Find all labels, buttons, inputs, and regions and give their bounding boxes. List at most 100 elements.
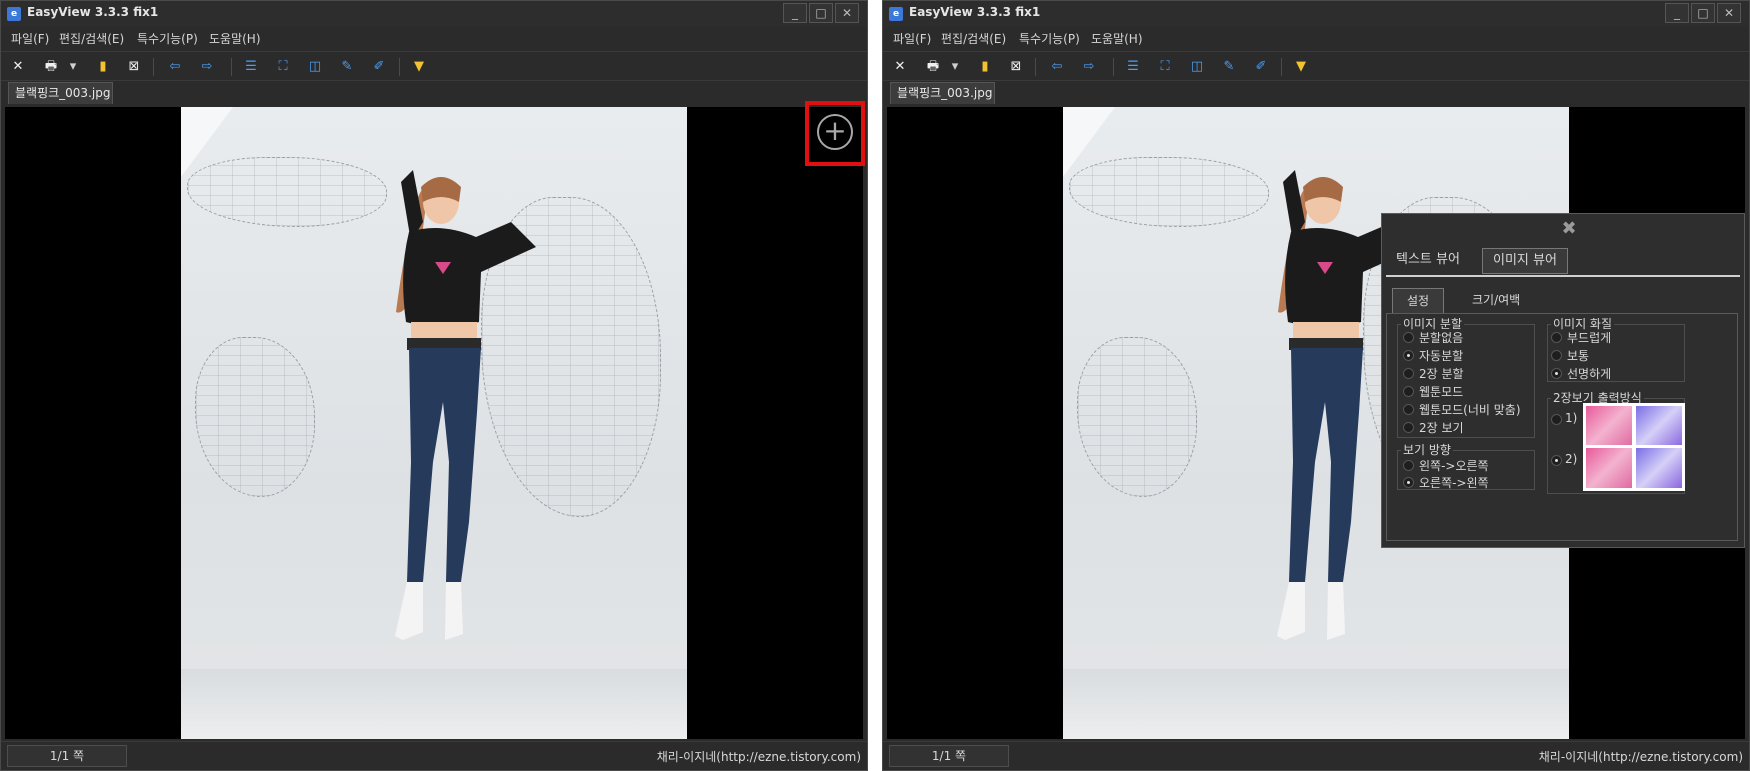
pin-edit-icon[interactable]: ✐: [1251, 57, 1271, 77]
pin-icon[interactable]: ✎: [337, 57, 357, 77]
page-indicator: 1/1 쪽: [889, 745, 1009, 767]
toolbar: ✕ 🖶 ▾ ▮ ⊠ ⇦ ⇨ ☰ ⛶ ◫ ✎ ✐ ▼: [1, 51, 867, 81]
zoom-button-highlight: [805, 101, 865, 166]
maximize-button[interactable]: □: [1691, 3, 1715, 23]
next-arrow-icon[interactable]: ⇨: [1079, 57, 1099, 77]
close-window-button[interactable]: ✕: [1717, 3, 1741, 23]
output-mode-2-label[interactable]: 2): [1565, 452, 1577, 466]
quality-sharp-radio[interactable]: [1551, 368, 1562, 379]
toolbar-divider: [399, 58, 400, 76]
right-to-left-label[interactable]: 오른쪽->왼쪽: [1419, 474, 1489, 491]
easyview-app-icon: e: [889, 7, 903, 21]
brush-icon[interactable]: ▼: [409, 57, 429, 77]
quality-normal-radio[interactable]: [1551, 350, 1562, 361]
status-bar: 1/1 쪽 채리-이지네(http://ezne.tistory.com): [883, 741, 1749, 770]
tab-image-viewer[interactable]: 이미지 뷰어: [1482, 248, 1568, 274]
direction-group-label: 보기 방향: [1401, 441, 1453, 458]
subtab-size-margin[interactable]: 크기/여백: [1458, 288, 1534, 314]
menu-edit-search[interactable]: 편집/검색(E): [941, 30, 1006, 47]
file-tab[interactable]: 블랙핑크_003.jpg: [8, 82, 113, 104]
bookmark-icon[interactable]: ▮: [975, 57, 995, 77]
menu-special[interactable]: 특수기능(P): [137, 30, 198, 47]
webtoon-fit-label[interactable]: 웹툰모드(너비 맞춤): [1419, 401, 1521, 418]
split-auto-label[interactable]: 자동분할: [1419, 347, 1463, 364]
menu-file[interactable]: 파일(F): [893, 30, 931, 47]
toolbar-divider: [231, 58, 232, 76]
split-two-radio[interactable]: [1403, 368, 1414, 379]
webtoon-mode-label[interactable]: 웹툰모드: [1419, 383, 1463, 400]
dropdown-arrow-icon[interactable]: ▾: [949, 57, 961, 77]
toolbar-divider: [1281, 58, 1282, 76]
minimize-button[interactable]: _: [1665, 3, 1689, 23]
quality-smooth-label[interactable]: 부드럽게: [1567, 329, 1611, 346]
credit-text: 채리-이지네(http://ezne.tistory.com): [656, 750, 861, 764]
split-none-label[interactable]: 분할없음: [1419, 329, 1463, 346]
minimize-button[interactable]: _: [783, 3, 807, 23]
dropdown-arrow-icon[interactable]: ▾: [67, 57, 79, 77]
brush-icon[interactable]: ▼: [1291, 57, 1311, 77]
menu-edit-search[interactable]: 편집/검색(E): [59, 30, 124, 47]
prev-arrow-icon[interactable]: ⇦: [165, 57, 185, 77]
photo-brick-wall: [195, 337, 315, 497]
image-viewer[interactable]: ✖ 텍스트 뷰어 이미지 뷰어 설정 크기/여백 이미지 분할 분할없음 자동분…: [887, 107, 1745, 739]
file-tab[interactable]: 블랙핑크_003.jpg: [890, 82, 995, 104]
maximize-button[interactable]: □: [809, 3, 833, 23]
menu-help[interactable]: 도움말(H): [209, 30, 261, 47]
photo-brick-wall: [1077, 337, 1197, 497]
close-window-button[interactable]: ✕: [835, 3, 859, 23]
print-icon[interactable]: 🖶: [41, 57, 61, 77]
left-to-right-label[interactable]: 왼쪽->오른쪽: [1419, 457, 1489, 474]
close-icon[interactable]: ✖: [1560, 220, 1578, 238]
fit-screen-icon[interactable]: ⛶: [1155, 57, 1175, 77]
bookmark-icon[interactable]: ▮: [93, 57, 113, 77]
output-mode-2-radio[interactable]: [1551, 455, 1562, 466]
close-file-icon[interactable]: ✕: [890, 57, 910, 77]
toolbar-divider: [153, 58, 154, 76]
window-title: EasyView 3.3.3 fix1: [27, 5, 159, 19]
tab-text-viewer[interactable]: 텍스트 뷰어: [1386, 248, 1470, 274]
output-mode-1-radio[interactable]: [1551, 414, 1562, 425]
photo-person: [395, 170, 536, 640]
pin-edit-icon[interactable]: ✐: [369, 57, 389, 77]
status-bar: 1/1 쪽 채리-이지네(http://ezne.tistory.com): [1, 741, 867, 770]
list-icon[interactable]: ☰: [1123, 57, 1143, 77]
output-mode-1-preview[interactable]: [1583, 403, 1685, 449]
two-page-view-radio[interactable]: [1403, 422, 1414, 433]
subtab-settings[interactable]: 설정: [1392, 288, 1445, 314]
output-mode-2-preview[interactable]: [1583, 445, 1685, 491]
split-none-radio[interactable]: [1403, 332, 1414, 343]
quality-smooth-radio[interactable]: [1551, 332, 1562, 343]
toolbar-divider: [1113, 58, 1114, 76]
two-page-icon[interactable]: ◫: [305, 57, 325, 77]
right-to-left-radio[interactable]: [1403, 477, 1414, 488]
prev-arrow-icon[interactable]: ⇦: [1047, 57, 1067, 77]
delete-icon[interactable]: ⊠: [1006, 57, 1026, 77]
menu-help[interactable]: 도움말(H): [1091, 30, 1143, 47]
menu-special[interactable]: 특수기능(P): [1019, 30, 1080, 47]
fit-screen-icon[interactable]: ⛶: [273, 57, 293, 77]
webtoon-fit-radio[interactable]: [1403, 404, 1414, 415]
menu-file[interactable]: 파일(F): [11, 30, 49, 47]
two-page-view-label[interactable]: 2장 보기: [1419, 419, 1464, 436]
image-viewer[interactable]: +: [5, 107, 863, 739]
output-mode-1-label[interactable]: 1): [1565, 411, 1577, 425]
pin-icon[interactable]: ✎: [1219, 57, 1239, 77]
print-icon[interactable]: 🖶: [923, 57, 943, 77]
title-bar[interactable]: e EasyView 3.3.3 fix1 _ □ ✕: [1, 1, 867, 27]
split-two-label[interactable]: 2장 분할: [1419, 365, 1464, 382]
delete-icon[interactable]: ⊠: [124, 57, 144, 77]
webtoon-mode-radio[interactable]: [1403, 386, 1414, 397]
tab-underline: [1386, 275, 1740, 277]
split-auto-radio[interactable]: [1403, 350, 1414, 361]
list-icon[interactable]: ☰: [241, 57, 261, 77]
two-page-icon[interactable]: ◫: [1187, 57, 1207, 77]
easyview-app-icon: e: [7, 7, 21, 21]
left-to-right-radio[interactable]: [1403, 460, 1414, 471]
title-bar[interactable]: e EasyView 3.3.3 fix1 _ □ ✕: [883, 1, 1749, 27]
settings-content: 이미지 분할 분할없음 자동분할 2장 분할 웹툰모드 웹툰모드(너비 맞춤) …: [1386, 313, 1738, 541]
quality-sharp-label[interactable]: 선명하게: [1567, 365, 1611, 382]
close-file-icon[interactable]: ✕: [8, 57, 28, 77]
next-arrow-icon[interactable]: ⇨: [197, 57, 217, 77]
quality-normal-label[interactable]: 보통: [1567, 347, 1589, 364]
easyview-window-right: e EasyView 3.3.3 fix1 _ □ ✕ 파일(F) 편집/검색(…: [882, 0, 1750, 771]
